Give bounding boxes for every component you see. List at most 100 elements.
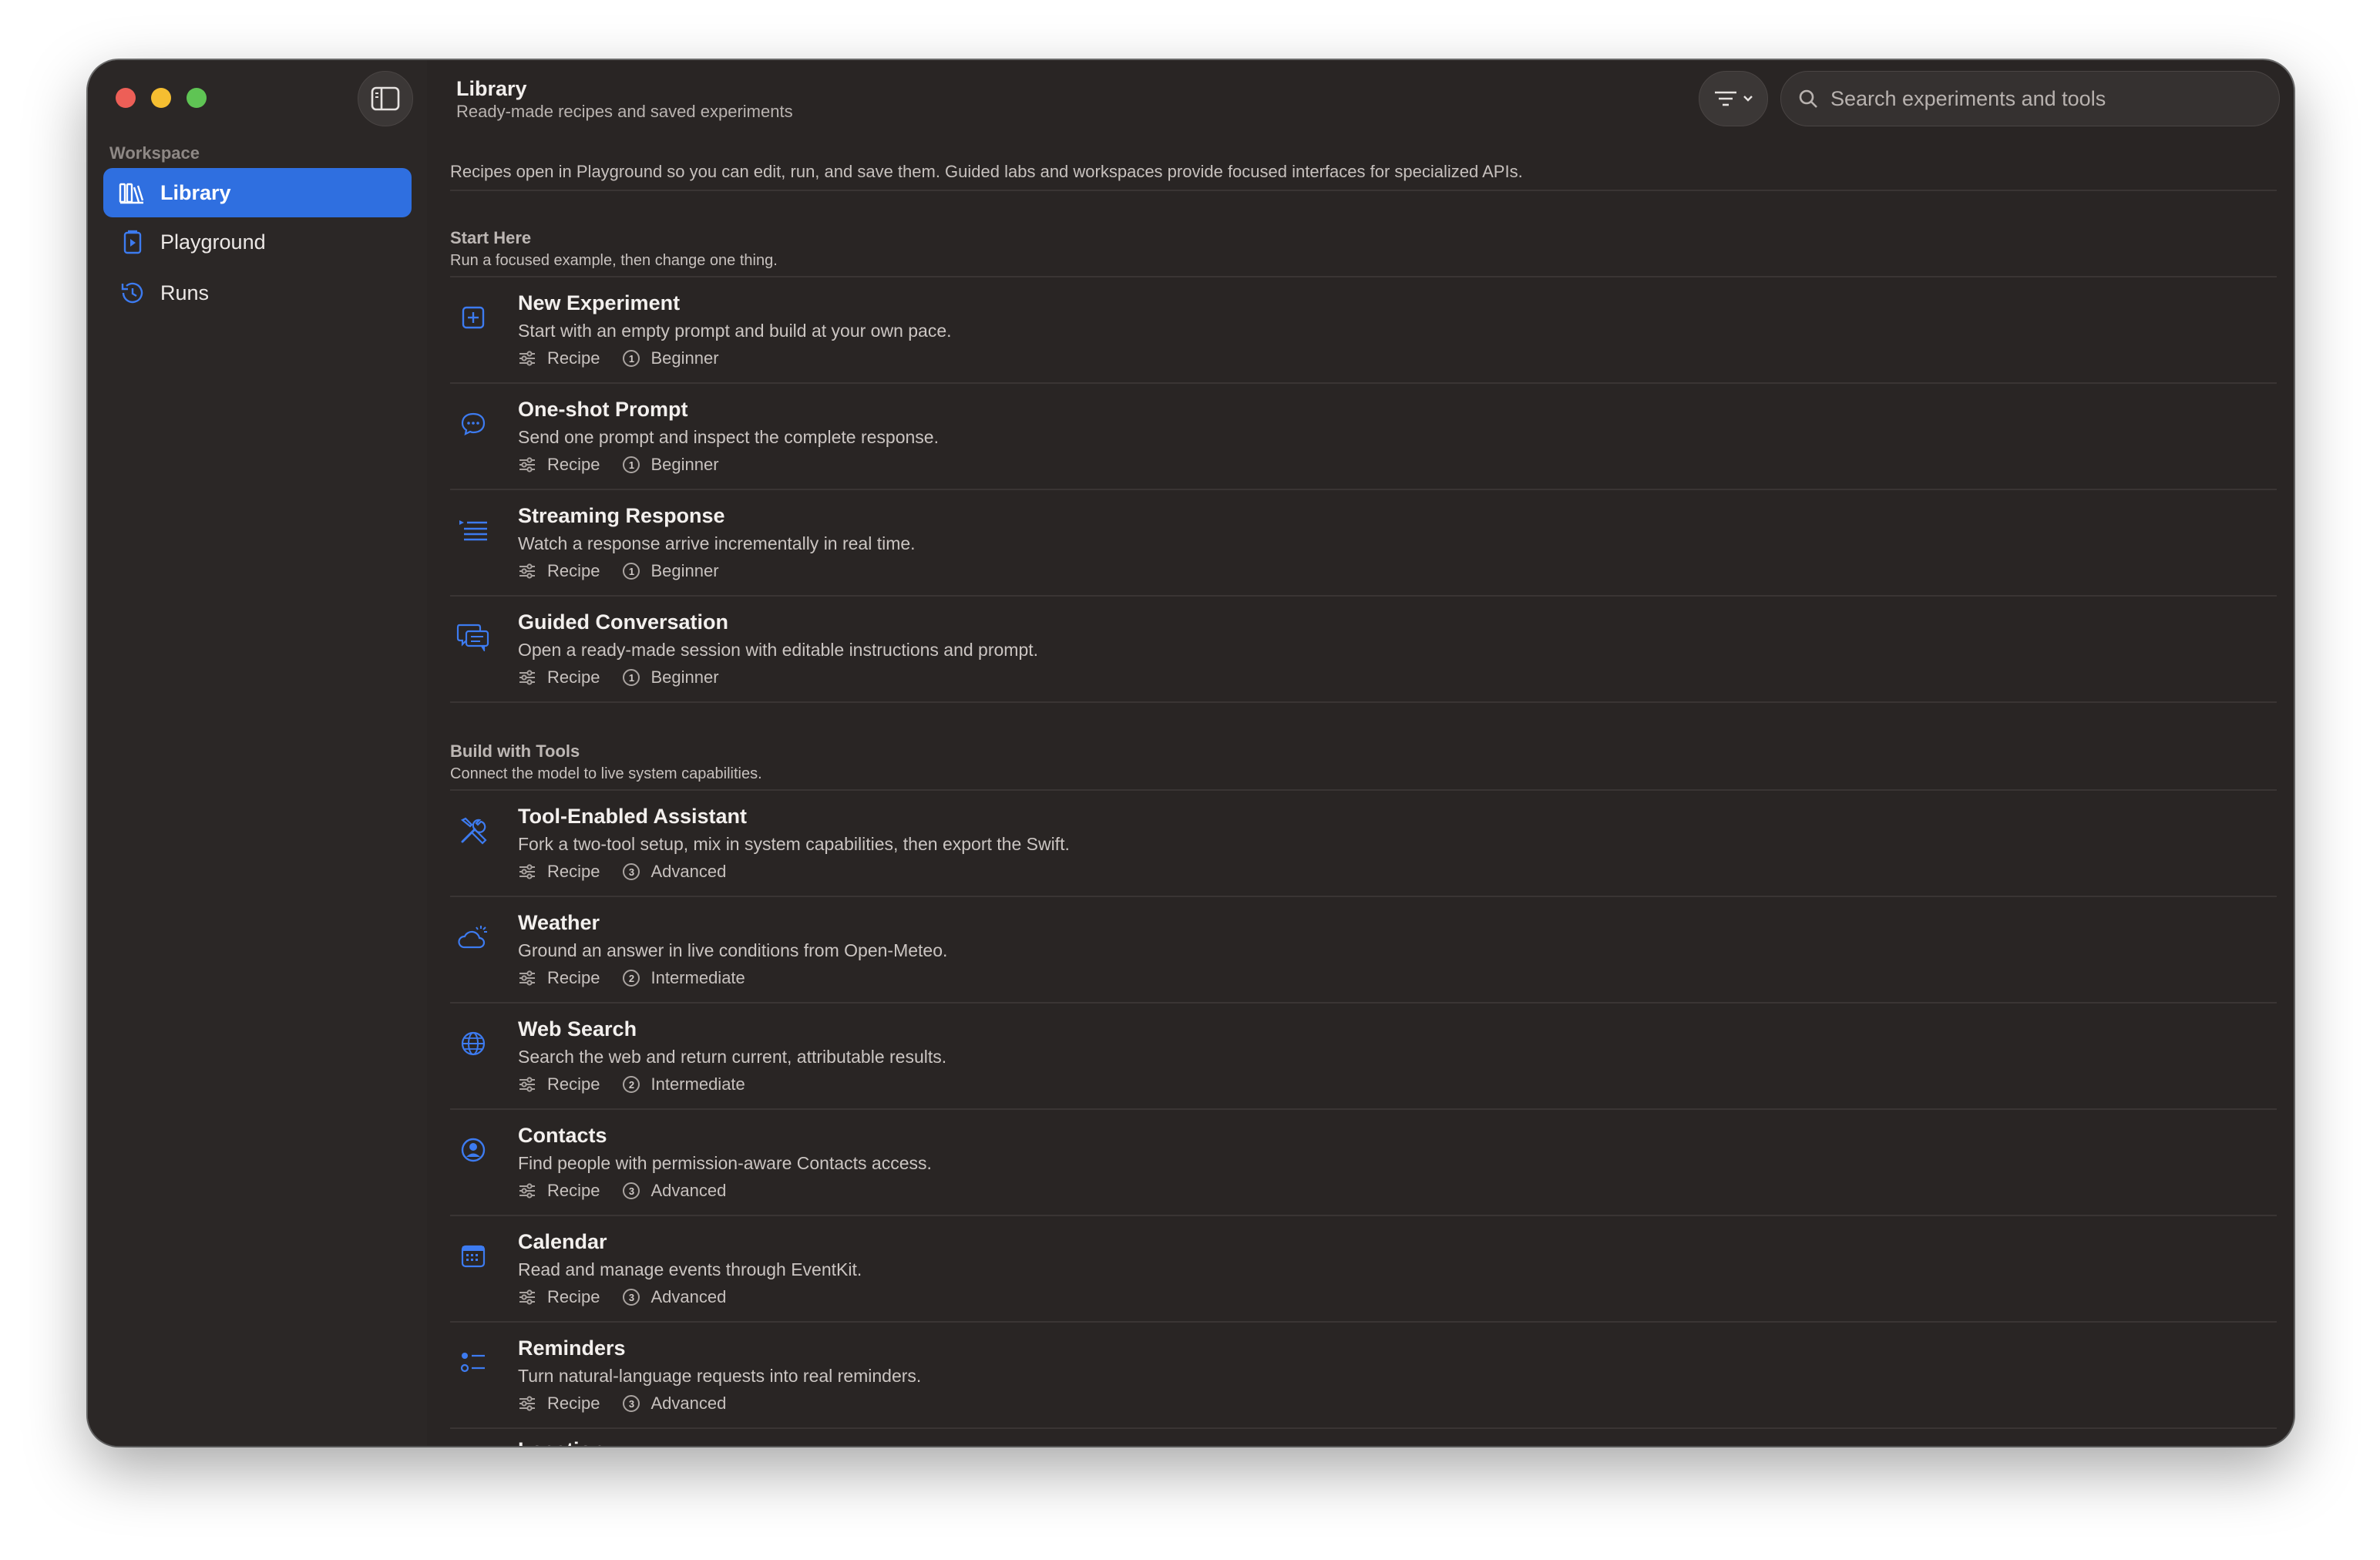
cloud-sun-icon — [455, 919, 492, 956]
filter-menu-button[interactable] — [1699, 71, 1768, 126]
recipe-row-new-experiment[interactable]: New Experiment Start with an empty promp… — [450, 277, 2277, 384]
recipe-kind: Recipe — [547, 667, 600, 687]
sidebar-toggle-button[interactable] — [358, 71, 413, 126]
chevron-down-icon — [1743, 96, 1753, 102]
sliders-icon — [519, 457, 535, 472]
recipe-meta: Recipe 3 Advanced — [518, 1181, 749, 1201]
level-icon: 3 — [623, 863, 640, 880]
recipe-row-calendar[interactable]: Calendar Read and manage events through … — [450, 1216, 2277, 1323]
recipe-level: Advanced — [650, 862, 727, 881]
zoom-window-button[interactable] — [187, 88, 207, 108]
recipe-row-reminders[interactable]: Reminders Turn natural-language requests… — [450, 1323, 2277, 1429]
tools-icon — [455, 812, 492, 849]
close-window-button[interactable] — [116, 88, 136, 108]
level-icon: 2 — [623, 970, 640, 987]
recipe-row-tool-enabled-assistant[interactable]: Tool-Enabled Assistant Fork a two-tool s… — [450, 791, 2277, 897]
filter-icon — [1715, 91, 1736, 106]
playground-icon — [123, 230, 142, 254]
recipe-meta: Recipe 1 Beginner — [518, 561, 742, 581]
streaming-lines-icon — [455, 512, 492, 549]
recipe-description: Find people with permission-aware Contac… — [518, 1153, 932, 1173]
sliders-icon — [519, 1396, 535, 1411]
recipe-meta: Recipe 1 Beginner — [518, 667, 742, 688]
recipe-description: Ground an answer in live conditions from… — [518, 940, 948, 960]
sliders-icon — [519, 670, 535, 685]
recipe-row-guided-conversation[interactable]: Guided Conversation Open a ready-made se… — [450, 597, 2277, 703]
sidebar-item-library[interactable]: Library — [103, 168, 412, 217]
recipe-row-one-shot-prompt[interactable]: One-shot Prompt Send one prompt and insp… — [450, 384, 2277, 490]
recipe-description: Fork a two-tool setup, mix in system cap… — [518, 834, 1070, 854]
search-input[interactable] — [1830, 86, 2262, 111]
recipe-row-streaming-response[interactable]: Streaming Response Watch a response arri… — [450, 490, 2277, 597]
recipe-description: Open a ready-made session with editable … — [518, 640, 1039, 660]
sidebar-section-label: Workspace — [109, 143, 200, 163]
level-icon: 1 — [623, 563, 640, 580]
sidebar-icon — [371, 86, 400, 111]
sidebar-item-playground[interactable]: Playground — [103, 217, 412, 267]
recipe-description: Send one prompt and inspect the complete… — [518, 427, 939, 447]
section-title: Build with Tools — [450, 741, 580, 761]
recipe-description: Search the web and return current, attri… — [518, 1047, 947, 1067]
sliders-icon — [519, 970, 535, 986]
recipe-title: One-shot Prompt — [518, 398, 688, 421]
recipe-description: Watch a response arrive incrementally in… — [518, 533, 916, 553]
recipe-kind: Recipe — [547, 968, 600, 987]
recipe-kind: Recipe — [547, 1074, 600, 1094]
recipe-meta: Recipe 3 Advanced — [518, 862, 749, 882]
sidebar-item-label: Runs — [160, 281, 210, 304]
conversation-bubbles-icon — [455, 618, 492, 655]
recipe-kind: Recipe — [547, 561, 600, 580]
sliders-icon — [519, 864, 535, 879]
recipe-title: Web Search — [518, 1017, 637, 1041]
level-icon: 1 — [623, 456, 640, 473]
recipe-title: Location — [518, 1438, 605, 1446]
recipe-row-web-search[interactable]: Web Search Search the web and return cur… — [450, 1004, 2277, 1110]
recipe-kind: Recipe — [547, 1394, 600, 1413]
level-icon: 1 — [623, 669, 640, 686]
sliders-icon — [519, 563, 535, 579]
recipe-meta: Recipe 3 Advanced — [518, 1287, 749, 1307]
search-field[interactable] — [1780, 71, 2280, 126]
recipe-meta: Recipe 3 Advanced — [518, 1394, 749, 1414]
level-icon: 1 — [623, 350, 640, 367]
section-build-with-tools: Build with Tools Connect the model to li… — [450, 740, 2277, 1446]
library-icon — [119, 183, 144, 204]
page-subtitle: Ready-made recipes and saved experiments — [456, 102, 793, 121]
recipe-level: Advanced — [650, 1181, 727, 1200]
minimize-window-button[interactable] — [151, 88, 171, 108]
level-icon: 3 — [623, 1182, 640, 1199]
recipe-level: Beginner — [650, 561, 719, 580]
recipe-description: Read and manage events through EventKit. — [518, 1259, 862, 1279]
recipe-level: Intermediate — [650, 1074, 745, 1094]
level-icon: 3 — [623, 1395, 640, 1412]
recipe-description: Turn natural-language requests into real… — [518, 1366, 922, 1386]
recipe-level: Beginner — [650, 667, 719, 687]
plus-square-icon — [455, 299, 492, 336]
intro-text: Recipes open in Playground so you can ed… — [450, 153, 2277, 191]
recipe-row-location[interactable]: Location — [450, 1429, 2277, 1446]
recipe-kind: Recipe — [547, 1181, 600, 1200]
globe-icon — [455, 1025, 492, 1062]
level-icon: 2 — [623, 1076, 640, 1093]
sidebar: Workspace Library Playground Runs — [88, 60, 427, 1446]
recipe-title: Tool-Enabled Assistant — [518, 805, 748, 828]
recipe-level: Advanced — [650, 1394, 727, 1413]
page-title: Library — [456, 77, 527, 100]
history-icon — [121, 282, 143, 304]
recipe-row-weather[interactable]: Weather Ground an answer in live conditi… — [450, 897, 2277, 1004]
section-description: Connect the model to live system capabil… — [450, 765, 762, 782]
recipe-title: Reminders — [518, 1336, 626, 1360]
sidebar-item-label: Library — [160, 180, 231, 204]
level-icon: 3 — [623, 1289, 640, 1306]
sliders-icon — [519, 1289, 535, 1305]
recipe-kind: Recipe — [547, 455, 600, 474]
recipe-title: Calendar — [518, 1230, 607, 1253]
recipe-row-contacts[interactable]: Contacts Find people with permission-awa… — [450, 1110, 2277, 1216]
recipe-meta: Recipe 1 Beginner — [518, 455, 742, 475]
section-description: Run a focused example, then change one t… — [450, 252, 778, 269]
recipe-title: New Experiment — [518, 291, 681, 314]
library-content: Recipes open in Playground so you can ed… — [450, 153, 2277, 1446]
recipe-meta: Recipe 2 Intermediate — [518, 1074, 768, 1094]
sidebar-item-runs[interactable]: Runs — [103, 268, 412, 318]
sliders-icon — [519, 1077, 535, 1092]
